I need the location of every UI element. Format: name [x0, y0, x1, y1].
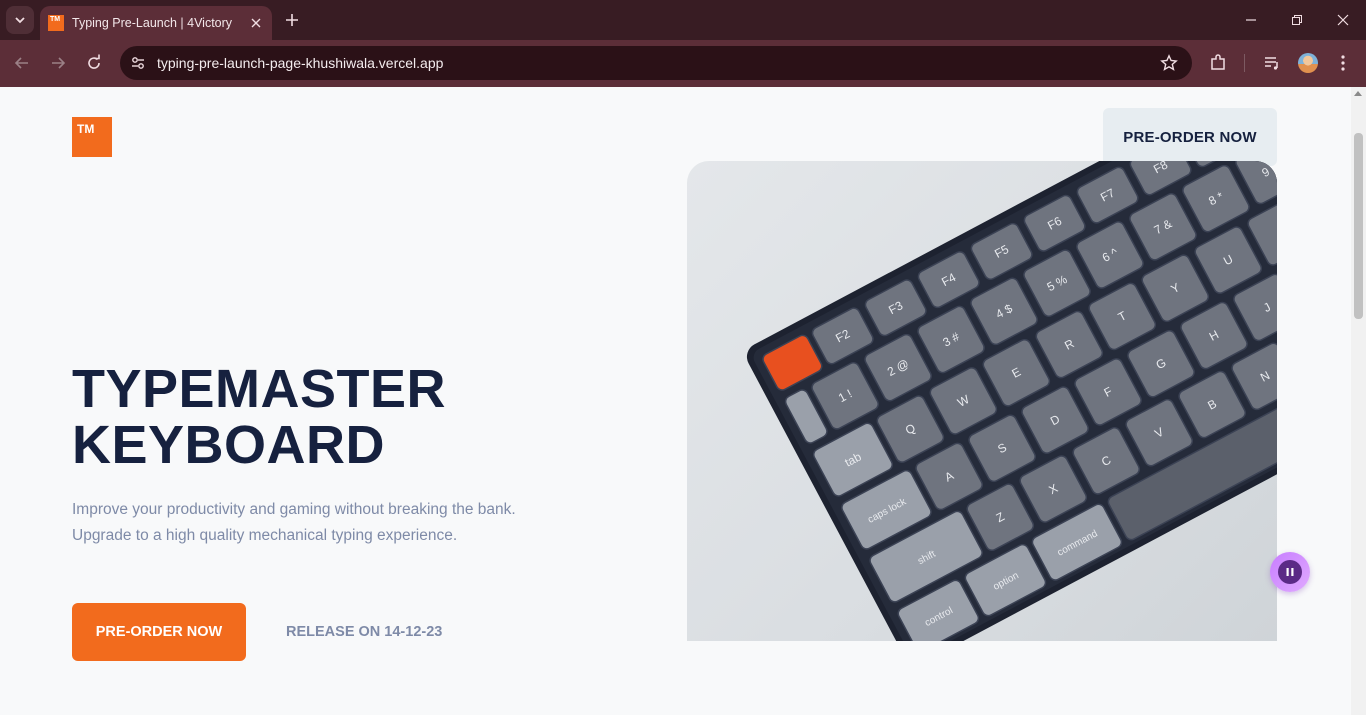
media-queue-icon[interactable]: [1262, 53, 1282, 73]
profile-avatar[interactable]: [1298, 53, 1318, 73]
keyboard-illustration: F2F3F4F5F6F7F8F91 !2 @3 #4 $5 %6 ^7 &8 *…: [746, 161, 1277, 641]
address-bar[interactable]: typing-pre-launch-page-khushiwala.vercel…: [120, 46, 1192, 80]
tab-favicon-icon: TM: [48, 15, 64, 31]
hero-description-line2: Upgrade to a high quality mechanical typ…: [72, 527, 458, 544]
hero-title-line2: KEYBOARD: [72, 415, 386, 475]
browser-toolbar: typing-pre-launch-page-khushiwala.vercel…: [0, 40, 1366, 87]
scrollbar-thumb[interactable]: [1354, 133, 1363, 319]
extensions-puzzle-icon[interactable]: [1208, 53, 1228, 73]
minimize-button[interactable]: [1228, 0, 1274, 40]
toolbar-divider: [1244, 54, 1245, 72]
close-icon[interactable]: [248, 15, 264, 31]
forward-arrow-icon[interactable]: [48, 53, 68, 73]
minimize-icon: [1246, 19, 1256, 21]
browser-tab-active[interactable]: TM Typing Pre-Launch | 4Victory: [40, 6, 272, 40]
reload-icon[interactable]: [84, 53, 104, 73]
chevron-down-icon: [15, 17, 25, 24]
hero-title: TYPEMASTER KEYBOARD: [72, 361, 446, 473]
page-scrollbar[interactable]: [1351, 87, 1366, 715]
restore-icon: [1292, 15, 1302, 25]
tab-title: Typing Pre-Launch | 4Victory: [72, 16, 233, 30]
hero-title-line1: TYPEMASTER: [72, 359, 447, 419]
logo-text: TM: [77, 122, 95, 136]
chat-icon: [1278, 560, 1302, 584]
browser-tab-bar: TM Typing Pre-Launch | 4Victory: [0, 0, 1366, 40]
new-tab-plus-icon[interactable]: [283, 11, 301, 29]
close-icon: [1337, 14, 1349, 26]
url-text: typing-pre-launch-page-khushiwala.vercel…: [157, 55, 444, 71]
hero-description-line1: Improve your productivity and gaming wit…: [72, 501, 516, 518]
scroll-up-arrow-icon[interactable]: [1354, 91, 1362, 96]
more-menu-icon[interactable]: [1333, 53, 1353, 73]
site-info-icon[interactable]: [128, 53, 148, 73]
tab-search-button[interactable]: [6, 6, 34, 34]
window-controls: [1228, 0, 1366, 40]
restore-button[interactable]: [1274, 0, 1320, 40]
keyboard-hero-image: F2F3F4F5F6F7F8F91 !2 @3 #4 $5 %6 ^7 &8 *…: [687, 161, 1277, 641]
hero-preorder-button[interactable]: PRE-ORDER NOW: [72, 603, 246, 661]
back-arrow-icon[interactable]: [12, 53, 32, 73]
header-preorder-button[interactable]: PRE-ORDER NOW: [1103, 108, 1277, 166]
close-window-button[interactable]: [1320, 0, 1366, 40]
release-date-text: RELEASE ON 14-12-23: [286, 624, 443, 640]
hero-description: Improve your productivity and gaming wit…: [72, 497, 552, 549]
chat-widget-button[interactable]: [1270, 552, 1310, 592]
bookmark-star-icon[interactable]: [1160, 54, 1178, 72]
logo[interactable]: TM: [72, 117, 112, 157]
